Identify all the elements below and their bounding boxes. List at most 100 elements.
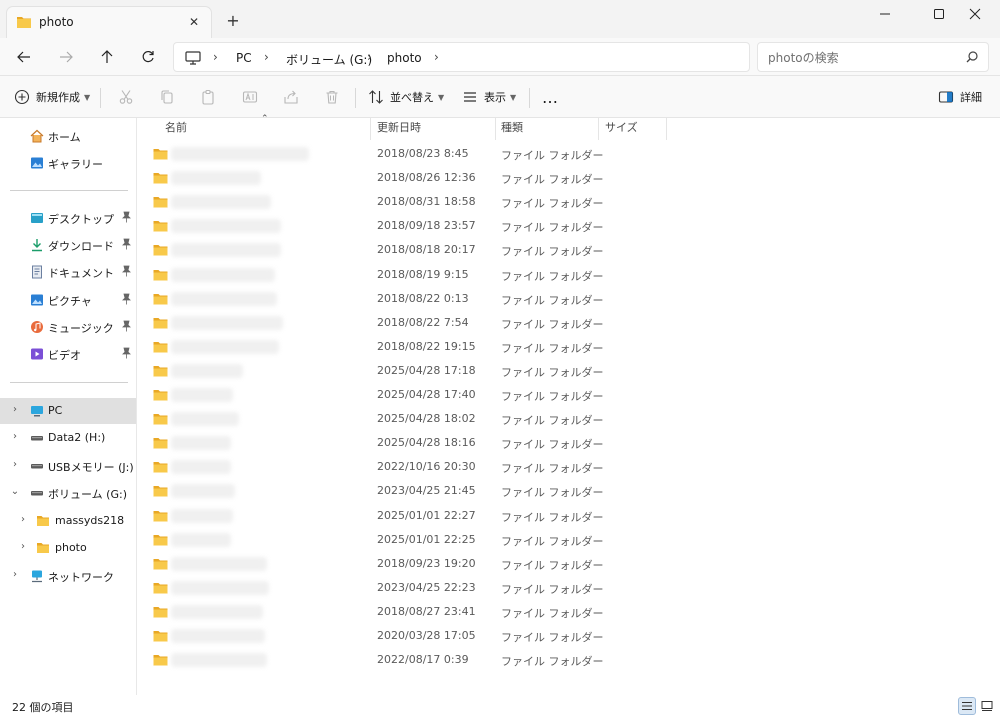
details-pane-button[interactable]: 詳細 <box>938 85 982 109</box>
sidebar-item-documents[interactable]: ドキュメント <box>0 259 136 285</box>
file-row[interactable]: 2020/03/28 17:05 ファイル フォルダー <box>137 624 1000 648</box>
minimize-button[interactable] <box>862 2 908 26</box>
file-row[interactable]: 2025/01/01 22:27 ファイル フォルダー <box>137 504 1000 528</box>
expand-chevron-icon[interactable]: › <box>10 569 20 580</box>
column-separator[interactable] <box>598 118 599 140</box>
column-separator[interactable] <box>370 118 371 140</box>
new-tab-button[interactable]: + <box>222 10 244 32</box>
column-separator[interactable] <box>495 118 496 140</box>
collapse-chevron-icon[interactable]: ⌄ <box>10 486 20 497</box>
sort-button[interactable]: 並べ替え ▼ <box>368 85 444 109</box>
file-row[interactable]: 2018/08/18 20:17 ファイル フォルダー <box>137 238 1000 262</box>
file-row[interactable]: 2018/08/31 18:58 ファイル フォルダー <box>137 190 1000 214</box>
file-row[interactable]: 2018/08/19 9:15 ファイル フォルダー <box>137 263 1000 287</box>
up-button[interactable] <box>93 44 121 70</box>
column-separator[interactable] <box>666 118 667 140</box>
share-button[interactable] <box>283 85 299 109</box>
sidebar-item-videos[interactable]: ビデオ <box>0 341 136 367</box>
tab-photo[interactable]: photo ✕ <box>6 6 212 38</box>
sidebar-item-music[interactable]: ミュージック <box>0 314 136 340</box>
rename-button[interactable] <box>242 85 258 109</box>
file-row[interactable]: 2025/01/01 22:25 ファイル フォルダー <box>137 528 1000 552</box>
file-row[interactable]: 2018/08/27 23:41 ファイル フォルダー <box>137 600 1000 624</box>
file-row[interactable]: 2018/08/22 19:15 ファイル フォルダー <box>137 335 1000 359</box>
pin-icon[interactable] <box>122 238 131 250</box>
column-header-size[interactable]: サイズ <box>605 118 638 140</box>
cut-button[interactable] <box>118 85 134 109</box>
breadcrumb-chevron-icon[interactable]: › <box>434 50 439 64</box>
file-row[interactable]: 2025/04/28 18:16 ファイル フォルダー <box>137 431 1000 455</box>
column-header-name[interactable]: 名前 <box>165 118 187 140</box>
pin-icon[interactable] <box>122 347 131 359</box>
breadcrumb-pc[interactable]: PC <box>236 51 252 65</box>
more-options-button[interactable]: … <box>542 85 559 109</box>
file-row[interactable]: 2025/04/28 17:40 ファイル フォルダー <box>137 383 1000 407</box>
expand-chevron-icon[interactable]: › <box>18 541 28 552</box>
delete-button[interactable] <box>324 85 340 109</box>
sidebar-item-data2-drive[interactable]: › Data2 (H:) <box>0 425 136 451</box>
expand-chevron-icon[interactable]: › <box>18 514 28 525</box>
navigation-pane: ホーム ギャラリー デスクトップ ダウンロード ドキュメント ピクチャ ミュージ… <box>0 118 137 695</box>
file-row[interactable]: 2023/04/25 22:23 ファイル フォルダー <box>137 576 1000 600</box>
folder-icon <box>153 654 168 669</box>
pin-icon[interactable] <box>122 265 131 277</box>
sidebar-item-pc[interactable]: › PC <box>0 398 136 424</box>
column-header-modified[interactable]: 更新日時 <box>377 118 421 140</box>
file-type: ファイル フォルダー <box>501 655 604 669</box>
sidebar-item-pictures[interactable]: ピクチャ <box>0 287 136 313</box>
sidebar-divider <box>10 382 128 383</box>
sidebar-item-network[interactable]: › ネットワーク <box>0 563 136 589</box>
sidebar-item-usb-drive[interactable]: › USBメモリー (J:) <box>0 453 136 479</box>
breadcrumb-chevron-icon[interactable]: › <box>264 50 269 64</box>
sidebar-item-volume-g[interactable]: ⌄ ボリューム (G:) <box>0 480 136 506</box>
refresh-button[interactable] <box>134 44 162 70</box>
address-bar[interactable]: › PC › ボリューム (G:) › photo › <box>173 42 750 72</box>
details-view-button[interactable] <box>958 697 976 715</box>
pin-icon[interactable] <box>122 320 131 332</box>
forward-button[interactable] <box>52 44 80 70</box>
expand-chevron-icon[interactable]: › <box>10 404 20 415</box>
expand-chevron-icon[interactable]: › <box>10 431 20 442</box>
file-row[interactable]: 2018/08/22 0:13 ファイル フォルダー <box>137 287 1000 311</box>
details-view-icon <box>962 701 972 711</box>
file-row[interactable]: 2018/09/23 19:20 ファイル フォルダー <box>137 552 1000 576</box>
sidebar-item-photo[interactable]: › photo <box>0 535 136 561</box>
file-row[interactable]: 2023/04/25 21:45 ファイル フォルダー <box>137 479 1000 503</box>
tiles-view-button[interactable] <box>978 697 996 715</box>
file-row[interactable]: 2018/08/22 7:54 ファイル フォルダー <box>137 311 1000 335</box>
view-button[interactable]: 表示 ▼ <box>462 85 516 109</box>
column-header-type[interactable]: 種類 <box>501 118 523 140</box>
file-row[interactable]: 2018/08/23 8:45 ファイル フォルダー <box>137 142 1000 166</box>
sidebar-item-downloads[interactable]: ダウンロード <box>0 232 136 258</box>
sidebar-item-desktop[interactable]: デスクトップ <box>0 205 136 231</box>
close-tab-icon[interactable]: ✕ <box>185 13 203 31</box>
pin-icon[interactable] <box>122 293 131 305</box>
search-icon[interactable] <box>966 51 978 66</box>
file-row[interactable]: 2022/10/16 20:30 ファイル フォルダー <box>137 455 1000 479</box>
breadcrumb-volume-g[interactable]: ボリューム (G:) <box>286 51 372 68</box>
search-box[interactable] <box>757 42 989 72</box>
breadcrumb-chevron-icon[interactable]: › <box>213 50 218 64</box>
folder-icon <box>153 341 168 356</box>
new-button[interactable]: 新規作成 ▼ <box>14 85 90 109</box>
sidebar-item-gallery[interactable]: ギャラリー <box>0 150 136 176</box>
expand-chevron-icon[interactable]: › <box>10 459 20 470</box>
breadcrumb-photo[interactable]: photo <box>387 51 422 65</box>
file-row[interactable]: 2022/08/17 0:39 ファイル フォルダー <box>137 648 1000 672</box>
breadcrumb-chevron-icon[interactable]: › <box>367 50 372 64</box>
paste-button[interactable] <box>200 85 216 109</box>
copy-button[interactable] <box>159 85 175 109</box>
sidebar-item-massyds218[interactable]: › massyds218 <box>0 508 136 534</box>
back-button[interactable] <box>10 44 38 70</box>
close-button[interactable] <box>952 2 998 26</box>
file-row[interactable]: 2025/04/28 17:18 ファイル フォルダー <box>137 359 1000 383</box>
file-row[interactable]: 2018/09/18 23:57 ファイル フォルダー <box>137 214 1000 238</box>
search-input[interactable] <box>768 49 958 67</box>
pin-icon[interactable] <box>122 211 131 223</box>
file-row[interactable]: 2018/08/26 12:36 ファイル フォルダー <box>137 166 1000 190</box>
sidebar-item-home[interactable]: ホーム <box>0 123 136 149</box>
sidebar-item-label: PC <box>48 404 63 417</box>
pictures-icon <box>31 294 43 306</box>
file-name-redacted <box>171 219 281 234</box>
file-row[interactable]: 2025/04/28 18:02 ファイル フォルダー <box>137 407 1000 431</box>
